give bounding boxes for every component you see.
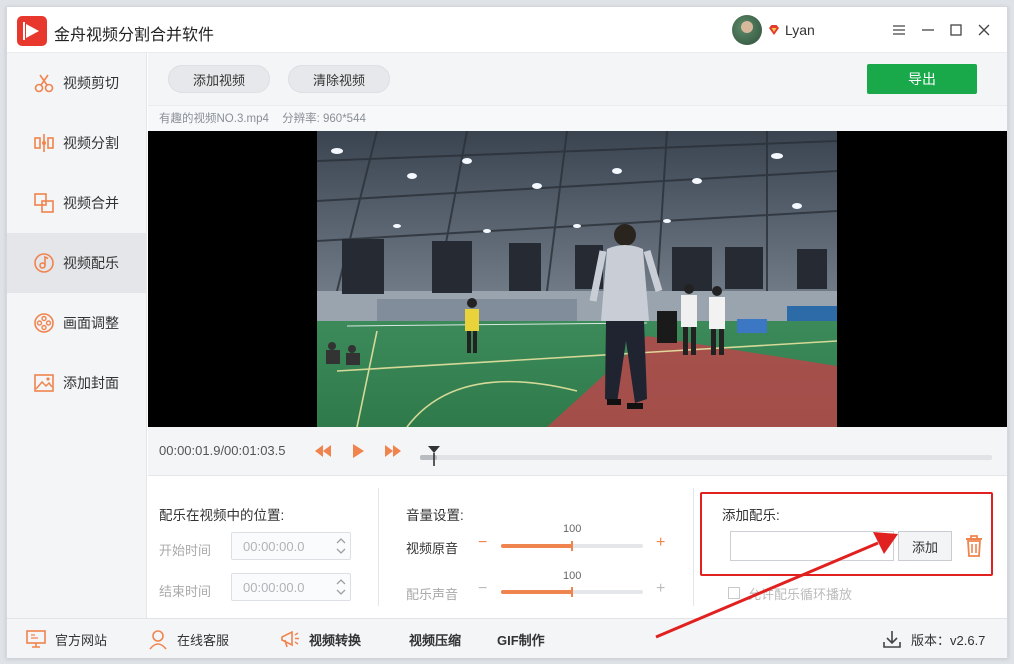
website-link[interactable]: 官方网站 [25, 619, 107, 659]
title-bar: 金舟视频分割合并软件 Lyan [7, 7, 1007, 53]
original-volume-label: 视频原音 [406, 541, 459, 556]
clear-video-button[interactable]: 清除视频 [288, 65, 390, 93]
sidebar: 视频剪切 视频分割 视频合并 视频配乐 画面调整 添加封面 [7, 53, 147, 618]
toolbar: 添加视频 清除视频 导出 [148, 53, 1007, 105]
sidebar-item-label: 添加封面 [63, 375, 119, 391]
sidebar-item-label: 视频分割 [63, 135, 119, 151]
play-icon[interactable] [348, 441, 368, 461]
video-preview[interactable] [148, 131, 1007, 427]
start-time-value: 00:00:00.0 [243, 539, 305, 554]
original-volume-minus[interactable]: − [478, 534, 487, 552]
app-title: 金舟视频分割合并软件 [54, 27, 215, 44]
start-time-label: 开始时间 [159, 543, 212, 558]
original-volume-plus[interactable]: + [656, 534, 665, 552]
playback-bar: 00:00:01.9/00:01:03.5 [148, 427, 1007, 475]
divider [693, 488, 694, 606]
convert-link[interactable]: 视频转换 [279, 619, 361, 659]
sidebar-item-split[interactable]: 视频分割 [7, 113, 146, 173]
rewind-icon[interactable] [313, 441, 333, 461]
scissors-icon [33, 72, 55, 94]
original-volume-slider[interactable] [501, 541, 643, 551]
app-logo-icon [17, 16, 47, 46]
loop-checkbox[interactable] [728, 587, 740, 599]
convert-label: 视频转换 [309, 632, 362, 648]
loop-label: 允许配乐循环播放 [748, 587, 853, 602]
gym-scene-image [317, 131, 837, 427]
maximize-icon[interactable] [945, 19, 967, 41]
music-volume-slider[interactable] [501, 587, 643, 597]
timecode: 00:00:01.9/00:01:03.5 [159, 443, 286, 458]
sidebar-item-music[interactable]: 视频配乐 [7, 233, 146, 293]
volume-panel-title: 音量设置: [406, 508, 464, 523]
start-time-stepper[interactable]: 00:00:00.0 [231, 532, 351, 560]
music-volume-value: 100 [563, 570, 582, 582]
playhead-icon[interactable] [427, 445, 441, 467]
timeline-track[interactable] [420, 455, 992, 460]
position-panel-title: 配乐在视频中的位置: [159, 508, 285, 523]
original-volume-value: 100 [563, 523, 582, 535]
file-resolution: 分辨率: 960*544 [282, 113, 366, 125]
vip-diamond-icon [769, 25, 779, 35]
music-note-icon [33, 252, 55, 274]
settings-panels: 配乐在视频中的位置: 开始时间 00:00:00.0 结束时间 00:00:00… [148, 475, 1007, 618]
sidebar-item-label: 画面调整 [63, 315, 119, 331]
end-time-label: 结束时间 [159, 584, 212, 599]
version-label: 版本：v2.6.7 [911, 632, 986, 648]
sidebar-item-cover[interactable]: 添加封面 [7, 353, 146, 413]
end-time-value: 00:00:00.0 [243, 580, 305, 595]
add-music-title: 添加配乐: [722, 508, 780, 523]
sidebar-item-cut[interactable]: 视频剪切 [7, 53, 146, 113]
export-button[interactable]: 导出 [867, 64, 977, 94]
split-icon [33, 132, 55, 154]
file-name: 有趣的视频NO.3.mp4 [159, 113, 269, 125]
headset-icon [147, 628, 169, 650]
username[interactable]: Lyan [785, 22, 815, 38]
app-window: 金舟视频分割合并软件 Lyan 视频剪切 视频分割 视频合并 视频配乐 画面调整… [6, 6, 1008, 658]
music-volume-plus[interactable]: + [656, 580, 665, 598]
version-info[interactable]: 版本：v2.6.7 [881, 619, 985, 659]
stepper-arrows-icon[interactable] [334, 535, 348, 557]
original-volume-fill [501, 544, 572, 548]
music-volume-minus[interactable]: − [478, 580, 487, 598]
menu-icon[interactable] [888, 19, 910, 41]
image-icon [33, 372, 55, 394]
website-label: 官方网站 [55, 632, 108, 648]
support-link[interactable]: 在线客服 [147, 619, 229, 659]
download-icon [881, 628, 903, 650]
footer: 官方网站 在线客服 视频转换 视频压缩 GIF制作 版本：v2.6.7 [7, 618, 1007, 658]
music-file-input[interactable] [730, 531, 894, 561]
compress-link[interactable]: 视频压缩 [409, 619, 461, 659]
merge-icon [33, 192, 55, 214]
avatar[interactable] [732, 15, 762, 45]
add-music-button[interactable]: 添加 [898, 531, 952, 561]
monitor-icon [25, 628, 47, 650]
close-icon[interactable] [973, 19, 995, 41]
gif-link[interactable]: GIF制作 [497, 619, 545, 659]
sidebar-item-label: 视频合并 [63, 195, 119, 211]
add-video-button[interactable]: 添加视频 [168, 65, 270, 93]
divider [378, 488, 379, 606]
film-reel-icon [33, 312, 55, 334]
sidebar-item-adjust[interactable]: 画面调整 [7, 293, 146, 353]
original-volume-knob[interactable] [571, 541, 573, 551]
file-info-bar: 有趣的视频NO.3.mp4 分辨率: 960*544 [148, 105, 1007, 131]
trash-icon[interactable] [963, 534, 985, 558]
sidebar-item-label: 视频剪切 [63, 75, 119, 91]
minimize-icon[interactable] [917, 19, 939, 41]
music-volume-fill [501, 590, 572, 594]
support-label: 在线客服 [177, 632, 230, 648]
sidebar-item-label: 视频配乐 [63, 255, 119, 271]
stepper-arrows-icon[interactable] [334, 576, 348, 598]
fast-forward-icon[interactable] [383, 441, 403, 461]
megaphone-icon [279, 628, 301, 650]
sidebar-item-merge[interactable]: 视频合并 [7, 173, 146, 233]
music-volume-knob[interactable] [571, 587, 573, 597]
end-time-stepper[interactable]: 00:00:00.0 [231, 573, 351, 601]
video-frame [317, 131, 837, 427]
music-volume-label: 配乐声音 [406, 587, 459, 602]
